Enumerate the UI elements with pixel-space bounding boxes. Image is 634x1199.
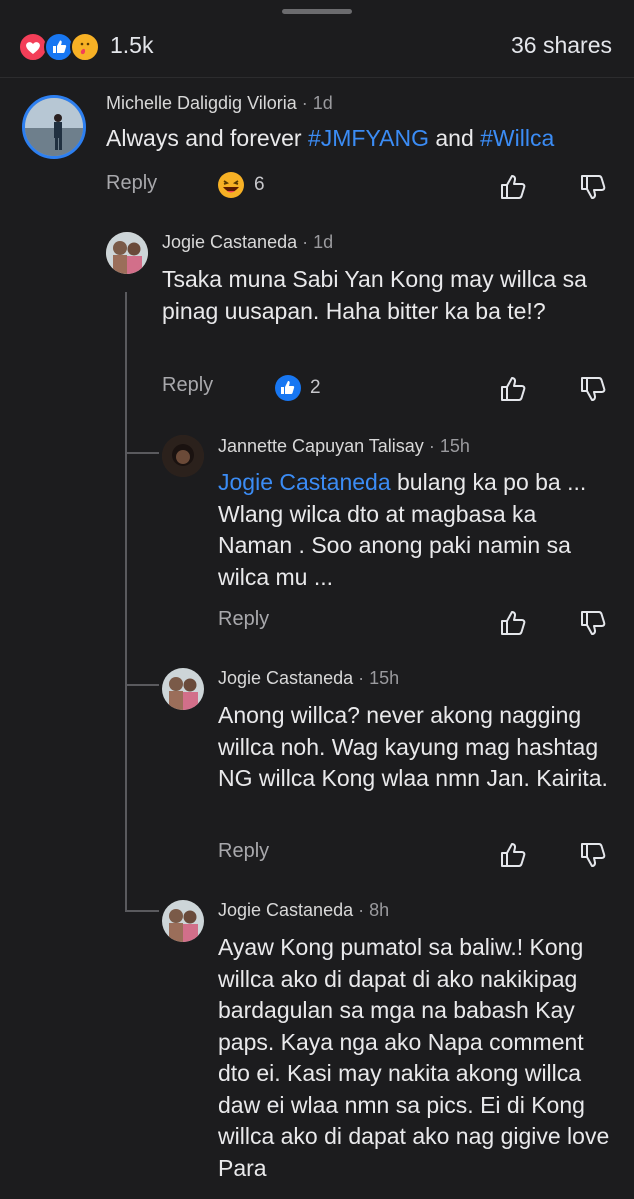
care-icon — [70, 32, 100, 62]
comment-reactions[interactable]: 6 — [216, 170, 265, 200]
avatar[interactable] — [22, 95, 86, 159]
avatar[interactable] — [162, 435, 204, 477]
divider — [0, 77, 634, 78]
commenter-name[interactable]: Jogie Castaneda — [162, 232, 297, 252]
commenter-name[interactable]: Jogie Castaneda — [218, 668, 353, 688]
comment-actions: Reply — [218, 838, 616, 874]
hashtag-link[interactable]: #JMFYANG — [308, 125, 429, 151]
commenter-name[interactable]: Jogie Castaneda — [218, 900, 353, 920]
dislike-thumb-icon[interactable] — [578, 840, 608, 870]
hashtag-link[interactable]: #Willca — [480, 125, 554, 151]
thread-branch — [125, 452, 159, 454]
dislike-thumb-icon[interactable] — [578, 374, 608, 404]
comment-text: Always and forever #JMFYANG and #Willca — [106, 125, 555, 151]
drag-handle[interactable] — [282, 9, 352, 14]
avatar[interactable] — [162, 900, 204, 942]
thread-line — [125, 292, 127, 912]
comment-actions: Reply 2 — [162, 372, 616, 408]
commenter-name[interactable]: Jannette Capuyan Talisay — [218, 436, 424, 456]
like-thumb-icon[interactable] — [498, 374, 528, 404]
comment-text: Ayaw Kong pumatol sa baliw.! Kong willca… — [218, 934, 610, 1181]
comment-time: 1d — [313, 232, 334, 252]
haha-icon — [218, 172, 244, 198]
comment-text: Tsaka muna Sabi Yan Kong may willca sa p… — [162, 266, 587, 324]
comment-time: 1d — [312, 93, 333, 113]
reply-button[interactable]: Reply — [106, 172, 157, 195]
avatar[interactable] — [106, 232, 148, 274]
reply-button[interactable]: Reply — [218, 840, 269, 863]
comment-time: 15h — [369, 668, 400, 688]
like-thumb-icon[interactable] — [498, 840, 528, 870]
reply-button[interactable]: Reply — [218, 608, 269, 631]
comment-actions: Reply — [218, 606, 616, 642]
reactions-count[interactable]: 1.5k — [110, 32, 153, 59]
dislike-thumb-icon[interactable] — [578, 172, 608, 202]
comment-text: Anong willca? never akong nagging willca… — [218, 702, 608, 791]
comment-reactions[interactable]: 2 — [274, 374, 321, 402]
shares-count[interactable]: 36 shares — [511, 32, 612, 59]
post-stats-bar: 1.5k 36 shares — [0, 30, 634, 66]
reply-button[interactable]: Reply — [162, 374, 213, 397]
thread-branch — [125, 910, 159, 912]
comment-time: 15h — [439, 436, 470, 456]
reaction-count: 6 — [254, 174, 265, 195]
comment-time: 8h — [369, 900, 390, 920]
like-thumb-icon[interactable] — [498, 172, 528, 202]
commenter-name[interactable]: Michelle Daligdig Viloria — [106, 93, 297, 113]
thread-branch — [125, 684, 159, 686]
like-thumb-icon[interactable] — [498, 608, 528, 638]
comment-actions: Reply 6 — [106, 170, 616, 206]
mention-link[interactable]: Jogie Castaneda — [218, 469, 391, 495]
like-icon — [275, 375, 301, 401]
avatar[interactable] — [162, 668, 204, 710]
dislike-thumb-icon[interactable] — [578, 608, 608, 638]
comment-text: Jogie Castaneda bulang ka po ba ... Wlan… — [218, 469, 587, 590]
reaction-count: 2 — [310, 377, 321, 398]
